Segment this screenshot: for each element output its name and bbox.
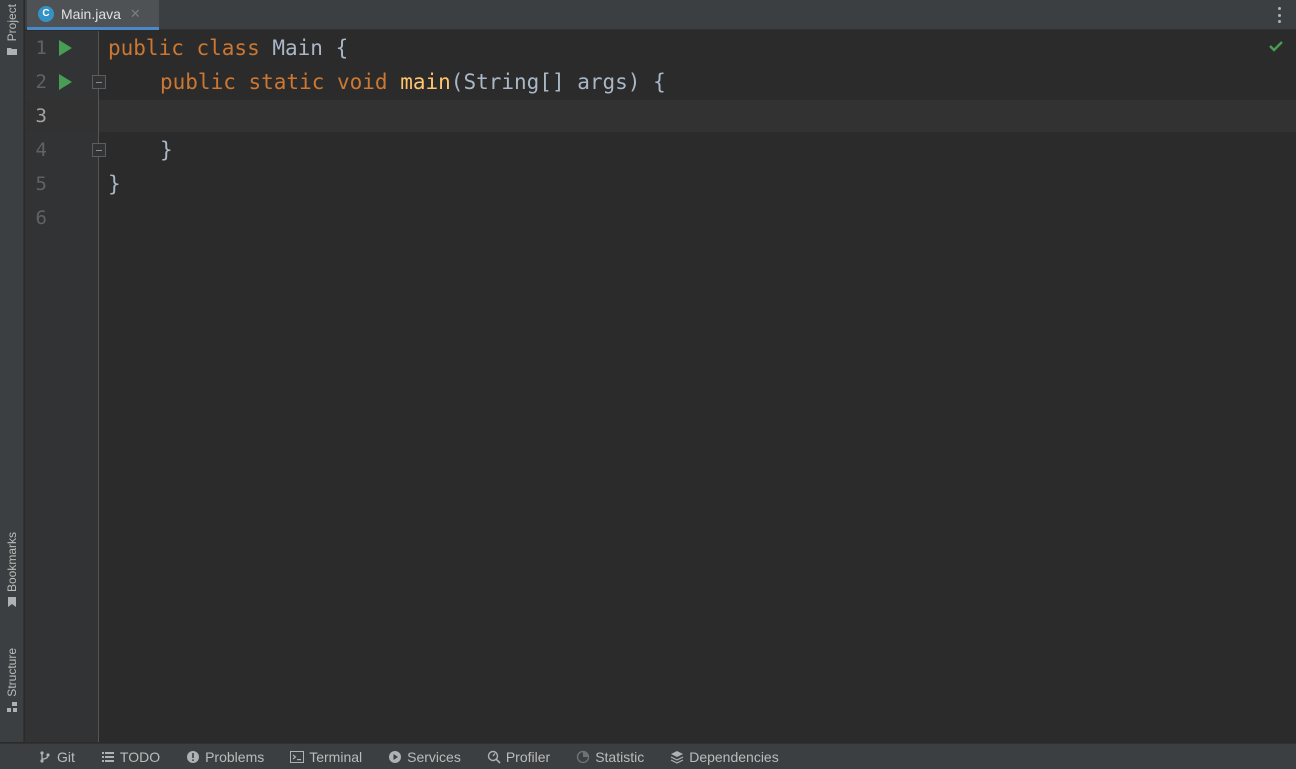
code-text[interactable]: } <box>108 167 121 201</box>
left-tool-strip: Project Bookmarks Structure <box>0 0 24 742</box>
bookmarks-tab-label: Bookmarks <box>5 532 19 593</box>
project-tool-tab[interactable]: Project <box>0 4 24 57</box>
ide-window: Project Bookmarks Structure Main.java ✕ <box>0 0 1296 769</box>
fold-end-icon[interactable] <box>92 143 106 157</box>
terminal-tool-button[interactable]: Terminal <box>290 749 362 765</box>
statistic-tool-button[interactable]: Statistic <box>576 749 644 765</box>
fold-collapse-icon[interactable] <box>92 75 106 89</box>
profiler-tool-button[interactable]: Profiler <box>487 749 550 765</box>
checkmark-icon[interactable] <box>1269 40 1283 52</box>
profiler-gauge-icon <box>487 750 501 764</box>
dependencies-tool-button[interactable]: Dependencies <box>670 749 779 765</box>
java-class-icon <box>38 5 54 22</box>
code-line-6[interactable]: 6 <box>25 201 1296 235</box>
code-line-3[interactable]: 3 <box>25 99 1296 133</box>
services-label: Services <box>407 748 461 765</box>
warning-circle-icon <box>187 750 200 763</box>
statistic-label: Statistic <box>595 748 645 765</box>
method-token: main <box>400 70 451 94</box>
git-label: Git <box>57 748 75 765</box>
list-icon <box>101 751 114 762</box>
todo-label: TODO <box>119 748 161 765</box>
problems-tool-button[interactable]: Problems <box>186 749 264 765</box>
code-line-2[interactable]: 2 public static void main(String[] args)… <box>25 65 1296 99</box>
todo-tool-button[interactable]: TODO <box>101 749 160 765</box>
services-play-icon <box>389 750 402 763</box>
statistic-pie-icon <box>576 750 590 763</box>
run-icon[interactable] <box>59 40 72 56</box>
git-tool-button[interactable]: Git <box>38 749 75 765</box>
close-icon[interactable]: ✕ <box>130 6 141 22</box>
bottom-tool-bar: Git TODO Problems Terminal Services Prof… <box>0 743 1296 769</box>
tab-label: Main.java <box>61 5 121 22</box>
code-editor[interactable]: 1 public class Main { 2 public static vo… <box>25 31 1296 742</box>
structure-tool-tab[interactable]: Structure <box>0 648 24 713</box>
problems-label: Problems <box>205 748 265 765</box>
line-number[interactable]: 2 <box>25 65 47 99</box>
code-line-5[interactable]: 5 } <box>25 167 1296 201</box>
params-token: (String[] args) { <box>450 70 666 94</box>
class-token: Main { <box>272 36 349 60</box>
git-branch-icon <box>40 750 50 763</box>
line-number[interactable]: 6 <box>25 201 47 235</box>
line-number[interactable]: 1 <box>25 31 47 65</box>
code-text[interactable]: public static void main(String[] args) { <box>160 65 666 99</box>
folder-icon <box>7 48 17 56</box>
keyword-token: public class <box>108 36 273 60</box>
editor-tab-bar: Main.java ✕ <box>25 0 1296 30</box>
project-tab-label: Project <box>5 4 19 42</box>
structure-tab-label: Structure <box>5 648 19 697</box>
profiler-label: Profiler <box>505 748 551 765</box>
terminal-icon <box>290 750 305 763</box>
code-line-4[interactable]: 4 } <box>25 133 1296 167</box>
tab-main-java[interactable]: Main.java ✕ <box>27 0 159 30</box>
structure-icon <box>7 701 17 712</box>
line-number[interactable]: 5 <box>25 167 47 201</box>
services-tool-button[interactable]: Services <box>388 749 461 765</box>
dependencies-label: Dependencies <box>689 748 779 765</box>
line-number[interactable]: 3 <box>25 99 47 133</box>
layers-icon <box>670 750 684 764</box>
code-line-1[interactable]: 1 public class Main { <box>25 31 1296 65</box>
line-number[interactable]: 4 <box>25 133 47 167</box>
code-text[interactable]: public class Main { <box>108 31 348 65</box>
terminal-label: Terminal <box>309 748 363 765</box>
bookmarks-tool-tab[interactable]: Bookmarks <box>0 532 24 608</box>
bookmark-icon <box>8 597 16 608</box>
run-icon[interactable] <box>59 74 72 90</box>
code-text[interactable]: } <box>160 133 173 167</box>
more-options-icon[interactable] <box>1276 7 1282 23</box>
keyword-token: public static void <box>160 70 401 94</box>
